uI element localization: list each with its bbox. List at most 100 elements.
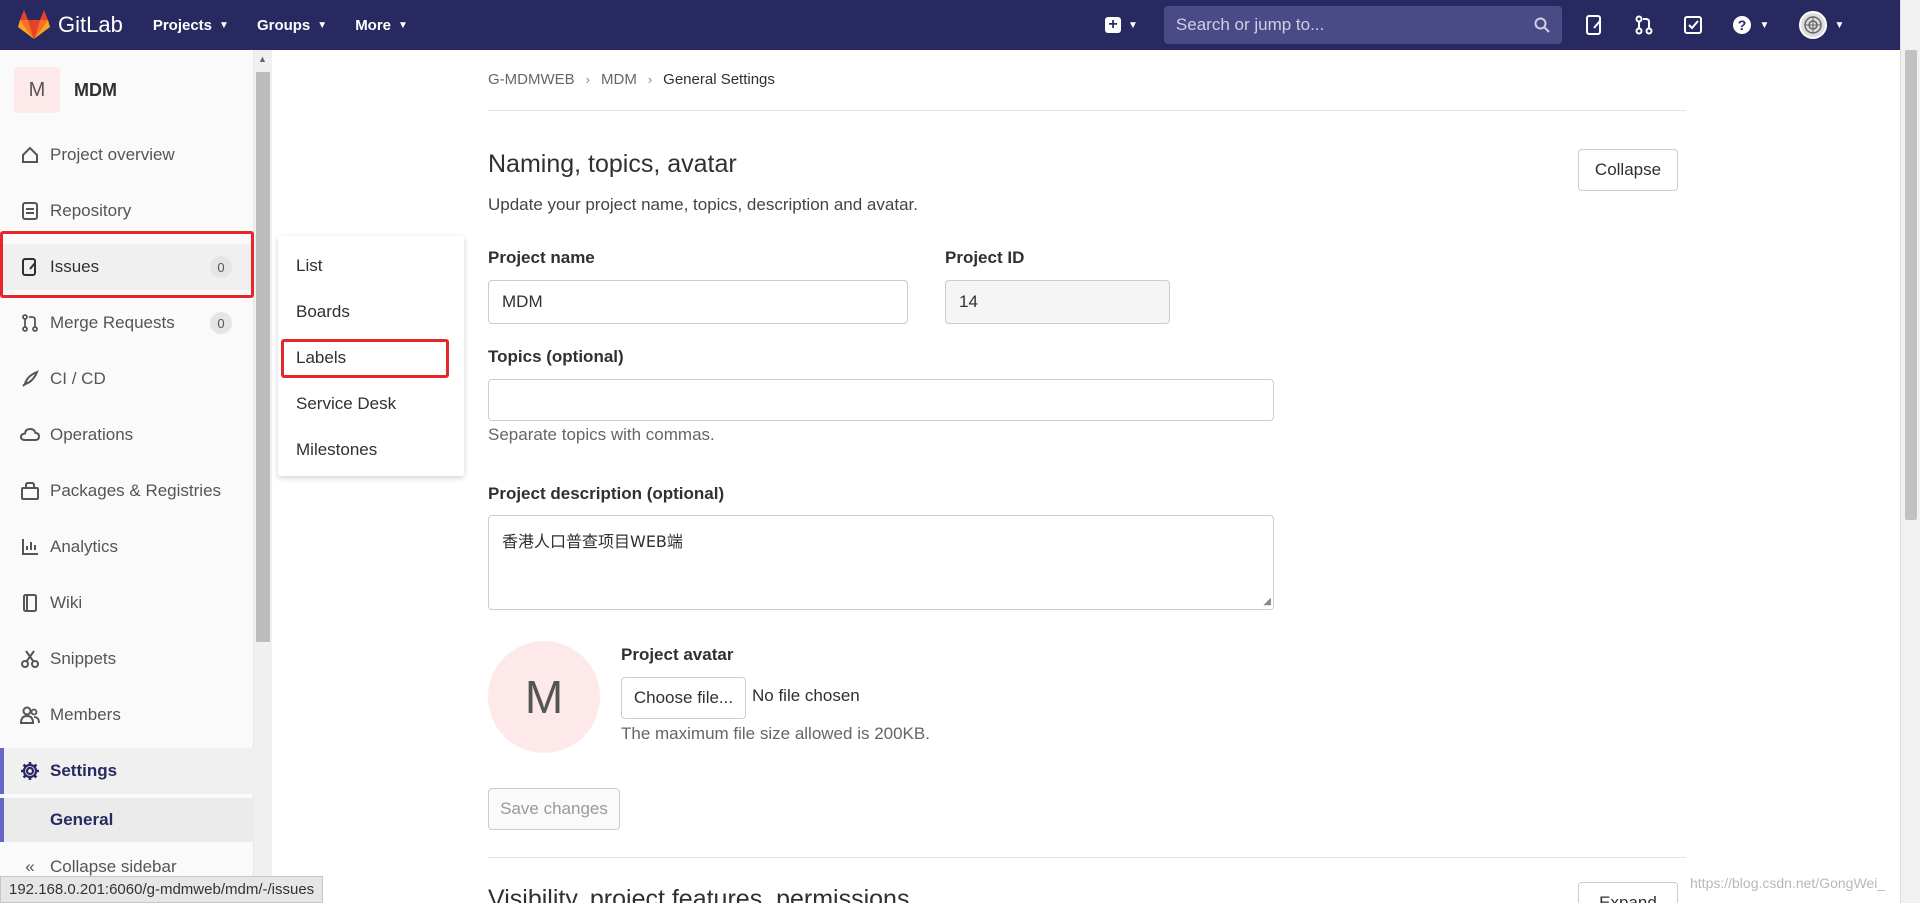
project-avatar-preview: M bbox=[488, 641, 600, 753]
search-placeholder: Search or jump to... bbox=[1175, 15, 1325, 34]
no-file-chosen-text: No file chosen bbox=[752, 686, 860, 705]
breadcrumb-group[interactable]: G-MDMWEB bbox=[488, 71, 575, 88]
help-icon[interactable]: ? ▼ bbox=[1731, 14, 1771, 36]
project-name-input[interactable]: MDM bbox=[488, 280, 908, 324]
sidebar-item-label: Project overview bbox=[50, 145, 175, 164]
sidebar-item-label: CI / CD bbox=[50, 369, 106, 388]
more-menu-label: More bbox=[355, 16, 392, 34]
flyout-item-labels[interactable]: Labels bbox=[296, 348, 346, 368]
project-avatar-label: Project avatar bbox=[621, 645, 734, 664]
chevron-down-icon: ▼ bbox=[1834, 19, 1845, 31]
sidebar-item-label: Snippets bbox=[50, 649, 117, 668]
sidebar-item-snippets[interactable]: Snippets bbox=[0, 636, 254, 682]
resize-handle-icon[interactable]: ◢ bbox=[1263, 596, 1271, 607]
sidebar-item-settings[interactable]: Settings bbox=[0, 748, 254, 794]
more-menu[interactable]: More ▼ bbox=[355, 17, 408, 34]
description-value: 香港人口普查项目WEB端 bbox=[502, 532, 683, 551]
user-avatar-icon bbox=[1799, 11, 1828, 39]
gear-icon bbox=[20, 761, 40, 781]
sidebar-item-project-overview[interactable]: Project overview bbox=[0, 132, 254, 178]
expand-button[interactable]: Expand bbox=[1578, 882, 1678, 903]
nav-menu: Projects ▼ Groups ▼ More ▼ bbox=[153, 17, 436, 34]
sidebar-scrollbar[interactable]: ▲ bbox=[254, 50, 272, 903]
book-icon bbox=[20, 593, 40, 613]
sidebar-item-label: Wiki bbox=[50, 593, 83, 612]
sidebar-item-merge-requests[interactable]: Merge Requests 0 bbox=[0, 300, 254, 346]
project-sidebar: M MDM Project overview Repository Issues… bbox=[0, 50, 254, 903]
sidebar-item-operations[interactable]: Operations bbox=[0, 412, 254, 458]
sidebar-scroll-thumb[interactable] bbox=[256, 72, 270, 642]
search-input[interactable]: Search or jump to... bbox=[1163, 6, 1562, 44]
project-name: MDM bbox=[74, 79, 117, 100]
sidebar-item-label: Settings bbox=[50, 761, 118, 780]
chart-icon bbox=[20, 537, 40, 557]
groups-menu-label: Groups bbox=[256, 16, 311, 34]
projects-menu[interactable]: Projects ▼ bbox=[153, 17, 229, 34]
gitlab-logo[interactable]: GitLab bbox=[18, 10, 123, 40]
scroll-up-arrow-icon[interactable]: ▲ bbox=[258, 54, 267, 64]
merge-requests-count-badge: 0 bbox=[210, 312, 232, 334]
topics-input[interactable] bbox=[488, 379, 1274, 421]
sidebar-item-ci-cd[interactable]: CI / CD bbox=[0, 356, 254, 402]
new-dropdown-button[interactable]: + ▼ bbox=[1105, 17, 1138, 33]
rocket-icon bbox=[20, 369, 40, 389]
sidebar-item-packages-registries[interactable]: Packages & Registries bbox=[0, 468, 254, 514]
breadcrumb-project[interactable]: MDM bbox=[601, 71, 637, 88]
issues-icon bbox=[20, 257, 40, 277]
projects-menu-label: Projects bbox=[152, 16, 213, 34]
description-label: Project description (optional) bbox=[488, 484, 725, 503]
merge-request-icon[interactable] bbox=[1633, 14, 1655, 36]
page-scroll-thumb[interactable] bbox=[1905, 50, 1917, 520]
flyout-item-boards[interactable]: Boards bbox=[296, 302, 350, 322]
project-header[interactable]: M MDM bbox=[14, 67, 117, 113]
user-menu[interactable]: ▼ bbox=[1798, 11, 1846, 39]
collapse-sidebar-label: Collapse sidebar bbox=[50, 857, 177, 876]
sidebar-item-label: Members bbox=[50, 705, 121, 724]
collapse-button[interactable]: Collapse bbox=[1578, 149, 1678, 191]
todo-icon[interactable] bbox=[1682, 14, 1704, 36]
collapse-icon: « bbox=[25, 857, 35, 876]
sidebar-item-label: Issues bbox=[50, 257, 100, 276]
sidebar-item-wiki[interactable]: Wiki bbox=[0, 580, 254, 626]
search-icon bbox=[1534, 17, 1550, 33]
issues-count-badge: 0 bbox=[210, 256, 232, 278]
save-changes-button[interactable]: Save changes bbox=[488, 788, 620, 830]
project-name-label: Project name bbox=[488, 248, 595, 267]
visibility-section-title: Visibility, project features, permission… bbox=[488, 885, 910, 903]
nav-right: + ▼ Search or jump to... ? ▼ ▼ bbox=[1105, 0, 1873, 50]
page-scrollbar[interactable] bbox=[1900, 0, 1920, 903]
choose-file-button[interactable]: Choose file... bbox=[621, 677, 746, 719]
sidebar-item-analytics[interactable]: Analytics bbox=[0, 524, 254, 570]
browser-status-bar: 192.168.0.201:6060/g-mdmweb/mdm/-/issues bbox=[0, 876, 324, 903]
sidebar-subitem-general[interactable]: General bbox=[0, 798, 254, 842]
document-icon bbox=[20, 201, 40, 221]
cloud-icon bbox=[20, 425, 40, 445]
description-textarea[interactable]: 香港人口普查项目WEB端 ◢ bbox=[488, 515, 1274, 610]
gitlab-tanuki-icon bbox=[18, 10, 50, 39]
flyout-item-milestones[interactable]: Milestones bbox=[296, 440, 377, 460]
topics-help-text: Separate topics with commas. bbox=[488, 425, 715, 444]
sidebar-item-repository[interactable]: Repository bbox=[0, 188, 254, 234]
groups-menu[interactable]: Groups ▼ bbox=[257, 17, 327, 34]
flyout-item-service-desk[interactable]: Service Desk bbox=[296, 394, 396, 414]
project-id-label: Project ID bbox=[945, 248, 1025, 267]
chevron-down-icon: ▼ bbox=[1128, 19, 1138, 31]
plus-square-icon: + bbox=[1105, 17, 1121, 33]
chevron-down-icon: ▼ bbox=[317, 19, 328, 31]
chevron-right-icon: › bbox=[585, 72, 590, 87]
sidebar-item-issues[interactable]: Issues 0 bbox=[0, 244, 254, 290]
sidebar-item-label: Repository bbox=[50, 201, 132, 220]
topics-label: Topics (optional) bbox=[488, 347, 624, 366]
logo-text: GitLab bbox=[58, 12, 123, 37]
issues-icon[interactable] bbox=[1584, 14, 1606, 36]
sidebar-item-members[interactable]: Members bbox=[0, 692, 254, 738]
sidebar-item-label: Merge Requests bbox=[50, 313, 175, 332]
merge-request-icon bbox=[20, 313, 40, 333]
sidebar-item-label: Analytics bbox=[50, 537, 119, 556]
project-avatar: M bbox=[14, 67, 60, 113]
flyout-item-list[interactable]: List bbox=[296, 256, 322, 276]
section-title: Naming, topics, avatar bbox=[488, 150, 737, 178]
breadcrumb-current[interactable]: General Settings bbox=[663, 71, 775, 88]
section-divider bbox=[488, 857, 1686, 858]
project-id-input[interactable]: 14 bbox=[945, 280, 1170, 324]
